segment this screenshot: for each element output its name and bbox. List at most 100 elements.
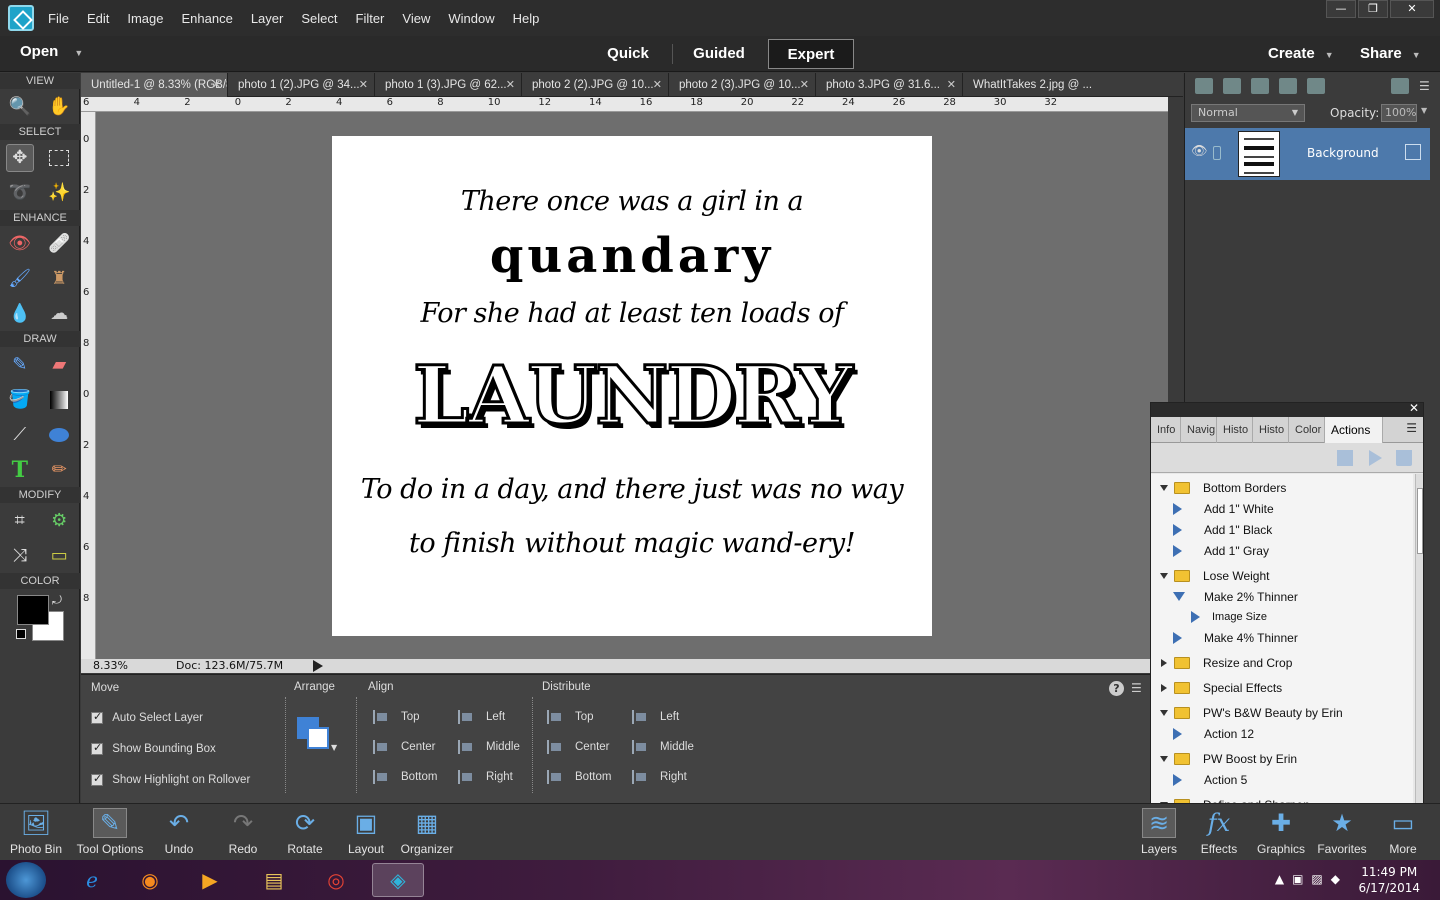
organizer-button[interactable]: ▦ Organizer [400,808,454,857]
close-icon[interactable]: ✕ [359,73,368,97]
new-layer-icon[interactable] [1195,78,1213,94]
close-icon[interactable]: ✕ [800,73,809,97]
close-icon[interactable]: ✕ [947,73,956,97]
blend-mode-select[interactable]: Normal ▼ [1191,104,1305,122]
tab-color[interactable]: Color [1289,417,1325,443]
menu-window[interactable]: Window [448,11,494,26]
scrollbar[interactable] [1415,474,1423,812]
lasso-tool-icon[interactable]: ➰ [6,179,34,207]
trash-icon[interactable] [1391,78,1409,94]
crop-tool-icon[interactable]: ⌗ [6,507,34,535]
menu-filter[interactable]: Filter [356,11,385,26]
foreground-color-swatch[interactable] [17,595,49,625]
swap-colors-icon[interactable]: ⤾ [52,593,62,608]
restore-icon[interactable]: ❐ [1358,0,1388,18]
close-icon[interactable]: ✕ [506,73,515,97]
rotate-button[interactable]: ⟳ Rotate [282,808,328,857]
link-icon[interactable] [1213,146,1221,160]
list-item[interactable]: Add 1" Black [1151,519,1413,540]
recompose-tool-icon[interactable]: ⚙ [45,507,73,535]
tab-navigator[interactable]: Navig [1181,417,1217,443]
clone-stamp-tool-icon[interactable]: ♜ [45,265,73,293]
zoom-level[interactable]: 8.33% [93,659,128,672]
doc-tab[interactable]: Untitled-1 @ 8.33% (RGB/8) *✕ [81,73,228,97]
sponge-tool-icon[interactable]: ☁ [45,300,73,328]
align-bottom-button[interactable]: Bottom [373,770,437,784]
type-tool-icon[interactable]: T [6,456,34,484]
list-item[interactable]: Image Size [1151,606,1413,627]
list-item[interactable]: Bottom Borders [1151,477,1413,498]
list-item[interactable]: Special Effects [1151,677,1413,698]
red-eye-tool-icon[interactable]: 👁 [6,230,34,258]
align-left-button[interactable]: Left [458,710,505,724]
paint-bucket-tool-icon[interactable]: 🪣 [6,386,34,414]
list-item[interactable]: PW Boost by Erin [1151,748,1413,769]
hand-tool-icon[interactable]: ✋ [45,93,73,121]
zoom-tool-icon[interactable]: 🔍 [6,93,34,121]
auto-select-layer-checkbox[interactable]: Auto Select Layer [91,710,203,724]
eyedropper-tool-icon[interactable]: ⟋ [6,421,34,449]
internet-explorer-icon[interactable]: ℯ [66,863,118,897]
menu-edit[interactable]: Edit [87,11,109,26]
gradient-tool-icon[interactable] [45,386,73,414]
tool-options-button[interactable]: ✎ Tool Options [74,808,146,856]
status-menu-arrow-icon[interactable] [313,660,323,672]
tab-guided[interactable]: Guided [676,39,762,69]
scrollbar-thumb[interactable] [1417,488,1423,554]
open-button[interactable]: Open ▼ [20,43,83,60]
arrange-dropdown[interactable]: ▼ [297,717,337,755]
visibility-eye-icon[interactable]: 👁 [1191,144,1208,159]
move-tool-icon[interactable]: ✥ [5,143,34,172]
app-logo-icon[interactable] [8,5,34,31]
minimize-icon[interactable]: — [1326,0,1356,18]
smart-brush-tool-icon[interactable]: 🖌 [6,265,34,293]
redo-button[interactable]: ↷ Redo [220,808,266,857]
doc-tab[interactable]: photo 2 (3).JPG @ 10... ✕ [669,73,816,97]
menu-help[interactable]: Help [513,11,540,26]
close-icon[interactable]: ✕ [1409,401,1419,415]
document-canvas[interactable]: There once was a girl in a QUANDARY For … [332,136,932,636]
show-highlight-checkbox[interactable]: Show Highlight on Rollover [91,772,250,786]
help-icon[interactable]: ? [1109,681,1124,696]
trash-icon[interactable] [1396,450,1412,466]
distribute-top-button[interactable]: Top [547,710,594,724]
close-icon[interactable]: ✕ [212,73,221,97]
tab-info[interactable]: Info [1151,417,1181,443]
menu-enhance[interactable]: Enhance [182,11,233,26]
panel-menu-icon[interactable]: ☰ [1419,79,1430,93]
list-item[interactable]: PW's B&W Beauty by Erin [1151,702,1413,723]
align-center-button[interactable]: Center [373,740,436,754]
media-player-icon[interactable]: ▶ [184,863,236,897]
effects-button[interactable]: fx Effects [1197,808,1241,856]
tab-history[interactable]: Histo [1217,417,1253,443]
share-menu[interactable]: Share ▼ [1360,45,1421,62]
layer-row-background[interactable]: 👁 Background [1185,128,1430,180]
healing-brush-tool-icon[interactable]: 🩹 [45,230,73,258]
tab-quick[interactable]: Quick [586,39,670,69]
close-icon[interactable]: ✕ [1390,0,1434,18]
photoshop-elements-taskbar-icon[interactable]: ◈ [372,863,424,897]
firefox-icon[interactable]: ◉ [124,863,176,897]
content-aware-move-tool-icon[interactable]: ⤨ [6,542,34,570]
list-item[interactable]: Resize and Crop [1151,652,1413,673]
clock[interactable]: 11:49 PM 6/17/2014 [1358,864,1420,896]
magic-wand-tool-icon[interactable]: ✨ [45,179,73,207]
blur-tool-icon[interactable]: 💧 [6,300,34,328]
list-item[interactable]: Add 1" Gray [1151,540,1413,561]
list-item[interactable]: Make 4% Thinner [1151,627,1413,648]
opacity-input[interactable]: 100% [1381,104,1417,122]
brush-tool-icon[interactable]: ✎ [6,351,34,379]
layers-button[interactable]: ≋ Layers [1138,808,1180,856]
straighten-tool-icon[interactable]: ▭ [45,542,73,570]
pencil-tool-icon[interactable]: ✏ [45,456,73,484]
menu-image[interactable]: Image [127,11,163,26]
distribute-left-button[interactable]: Left [632,710,679,724]
shape-tool-icon[interactable] [45,421,73,449]
more-button[interactable]: ▭ More [1382,808,1424,857]
collapse-arrow-icon[interactable] [1161,683,1167,692]
distribute-center-button[interactable]: Center [547,740,610,754]
tab-actions[interactable]: Actions [1325,417,1383,443]
distribute-bottom-button[interactable]: Bottom [547,770,611,784]
layer-mask-icon[interactable] [1251,78,1269,94]
panel-titlebar[interactable]: ✕ [1151,401,1423,417]
